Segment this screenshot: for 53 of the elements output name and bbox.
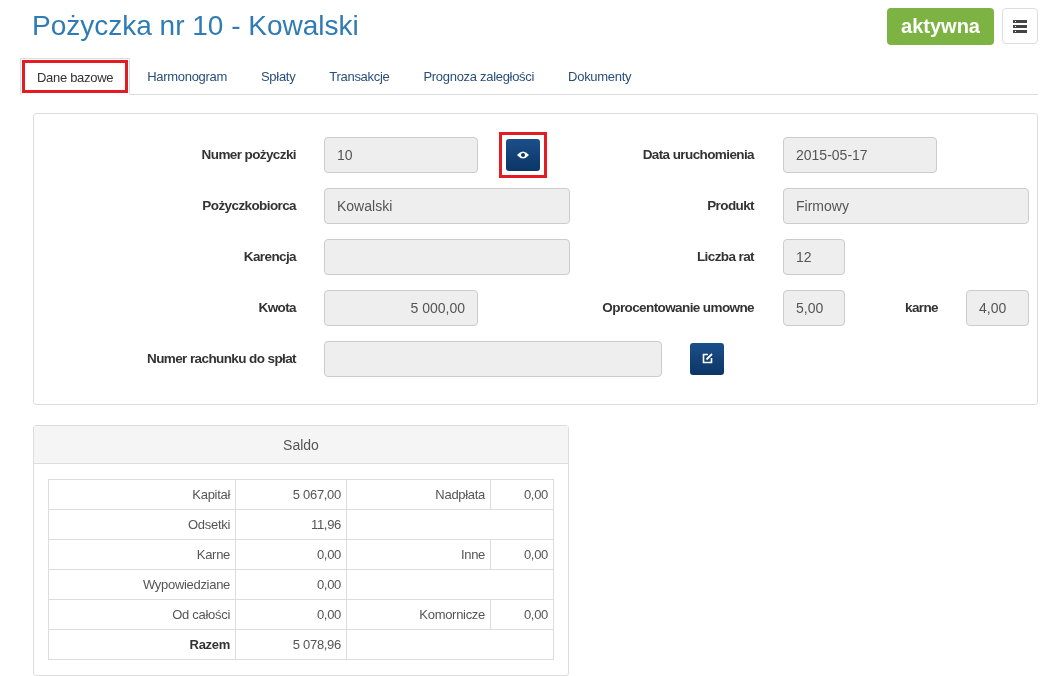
row-label: Karne xyxy=(48,539,236,570)
field-label: Karencja xyxy=(242,249,296,264)
row-label: Nadpłata xyxy=(346,479,491,510)
row-label: Wypowiedziane xyxy=(48,569,236,600)
field-label: Kwota xyxy=(257,300,296,315)
menu-icon xyxy=(1013,19,1027,33)
tab[interactable]: Dokumenty xyxy=(551,58,649,94)
row-label: Inne xyxy=(346,539,491,570)
table-cell: 0,00 xyxy=(490,539,554,570)
page-title: Pożyczka nr 10 - Kowalski xyxy=(32,10,360,42)
menu-button[interactable] xyxy=(1002,8,1038,44)
tab[interactable]: Transakcje xyxy=(312,58,407,94)
table-cell: 0,00 xyxy=(235,599,347,630)
input-field[interactable]: 12 xyxy=(783,238,845,275)
table-cell: 0,00 xyxy=(235,569,347,600)
field-label: Oprocentowanie umowne xyxy=(602,300,754,315)
table-cell: 5 067,00 xyxy=(235,479,347,510)
input-field[interactable]: 10 xyxy=(324,136,478,173)
field-label: Numer rachunku do spłat xyxy=(146,351,296,366)
row-label: Komornicze xyxy=(346,599,491,630)
edit-button[interactable] xyxy=(690,342,724,375)
field-label: Pożyczkobiorca xyxy=(201,198,296,213)
input-field[interactable]: 5 000,00 xyxy=(324,289,478,326)
field-label: Data uruchomienia xyxy=(642,147,754,162)
view-button[interactable] xyxy=(506,138,540,171)
table-cell: 0,00 xyxy=(490,479,554,510)
table-cell: 0,00 xyxy=(235,539,347,570)
table-cell: 0,00 xyxy=(490,599,554,630)
tab[interactable]: Harmonogram xyxy=(130,58,244,94)
field-label: Numer pożyczki xyxy=(200,147,296,162)
panel-title: Saldo xyxy=(34,426,568,464)
row-label: Od całości xyxy=(48,599,236,630)
edit-icon xyxy=(701,353,713,364)
row-label: Odsetki xyxy=(48,509,236,540)
input-field[interactable]: Kowalski xyxy=(324,187,570,224)
row-label: Kapitał xyxy=(48,479,236,510)
table-cell: 5 078,96 xyxy=(235,629,347,660)
status-badge: aktywna xyxy=(887,7,994,45)
input-field[interactable] xyxy=(324,238,570,275)
input-field[interactable]: 2015-05-17 xyxy=(783,136,937,173)
row-label: Razem xyxy=(48,629,236,660)
tab[interactable]: Prognoza zaległości xyxy=(406,58,552,94)
input-field[interactable]: 5,00 xyxy=(783,289,845,326)
field-label: karne xyxy=(903,300,938,315)
input-field[interactable]: Firmowy xyxy=(783,187,1029,224)
tab[interactable]: Spłaty xyxy=(244,58,313,94)
table-cell: 11,96 xyxy=(235,509,347,540)
input-field[interactable] xyxy=(324,340,662,377)
field-label: Produkt xyxy=(707,198,754,213)
eye-icon xyxy=(517,150,529,159)
field-label: Liczba rat xyxy=(696,249,754,264)
input-field[interactable]: 4,00 xyxy=(966,289,1029,326)
tab[interactable]: Dane bazowe xyxy=(20,58,131,95)
